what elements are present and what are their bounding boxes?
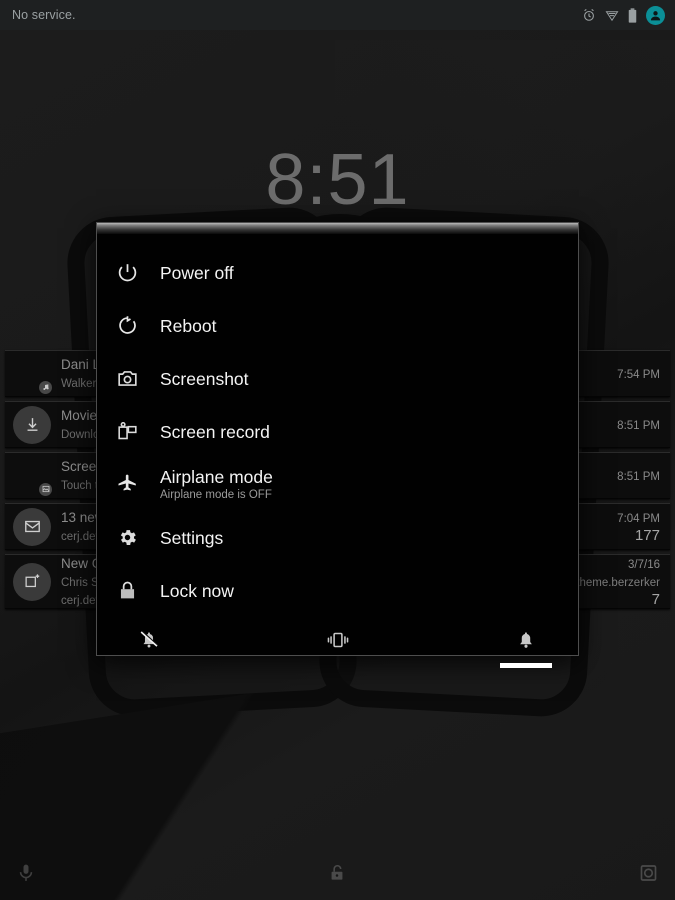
gmail-icon [13,507,51,546]
power-off-icon [117,262,151,283]
notification-count: 177 [634,526,660,544]
screenshot-icon [117,368,151,389]
bottom-shortcut-bar [0,850,675,900]
carrier-label: No service. [12,8,76,22]
notification-extra: j.theme.berzerker [570,576,660,589]
notification-time: 7:54 PM [617,368,660,381]
image-badge [38,481,53,497]
power-menu-list: Power off Reboot Screenshot Screen recor… [97,234,578,668]
menu-item-label: Lock now [160,580,234,601]
menu-item-label: Settings [160,527,224,548]
ringer-mode-bar [97,619,578,668]
menu-item-screen-record[interactable]: Screen record [97,405,578,458]
status-icons [582,5,665,25]
alarm-clock-icon [582,8,596,22]
notification-time: 8:51 PM [617,419,660,432]
dialog-top-accent [97,223,578,234]
airplane-icon [117,474,151,495]
ringer-mode-silent[interactable] [119,629,179,668]
music-note-badge [38,379,53,395]
notification-time: 3/7/16 [628,558,660,571]
menu-item-sublabel: Airplane mode is OFF [160,489,272,501]
lock-icon [117,580,151,601]
menu-item-screenshot[interactable]: Screenshot [97,352,578,405]
settings-gear-icon [117,527,151,548]
user-avatar-icon[interactable] [646,5,665,25]
menu-item-label: Screen record [160,421,270,442]
bell-off-icon [138,629,160,656]
power-menu-dialog: Power off Reboot Screenshot Screen recor… [96,222,579,668]
unlock-padlock-icon[interactable] [327,862,347,889]
ringer-mode-sound[interactable] [496,629,556,668]
screen-record-icon [117,421,151,442]
menu-item-label: Power off [160,262,234,283]
menu-item-settings[interactable]: Settings [97,511,578,564]
album-art-thumbnail [13,355,53,395]
download-icon [13,405,51,444]
wifi-icon [605,8,619,22]
google-plus-icon [13,562,51,601]
menu-item-label: Airplane mode [160,467,273,487]
menu-item-lock-now[interactable]: Lock now [97,564,578,617]
vibrate-icon [325,629,351,656]
menu-item-reboot[interactable]: Reboot [97,299,578,352]
lockscreen-root: No service. 8:51 Dani Lis Walkers i 7:54… [0,0,675,900]
reboot-icon [117,315,151,336]
menu-item-airplane-mode[interactable]: Airplane mode Airplane mode is OFF [97,458,578,511]
menu-item-power-off[interactable]: Power off [97,246,578,299]
notification-time: 8:51 PM [617,470,660,483]
notification-count: 7 [651,590,660,608]
notification-time: 7:04 PM [617,512,660,525]
battery-icon [628,7,637,23]
bell-icon [515,629,537,656]
status-bar: No service. [0,0,675,30]
ringer-mode-vibrate[interactable] [308,629,368,668]
lockscreen-clock: 8:51 [265,140,410,220]
ringer-selected-indicator [500,663,552,668]
menu-item-label: Screenshot [160,368,249,389]
microphone-icon[interactable] [16,862,36,889]
camera-icon[interactable] [638,862,659,889]
screenshot-thumbnail [13,457,53,497]
menu-item-label: Reboot [160,315,217,336]
